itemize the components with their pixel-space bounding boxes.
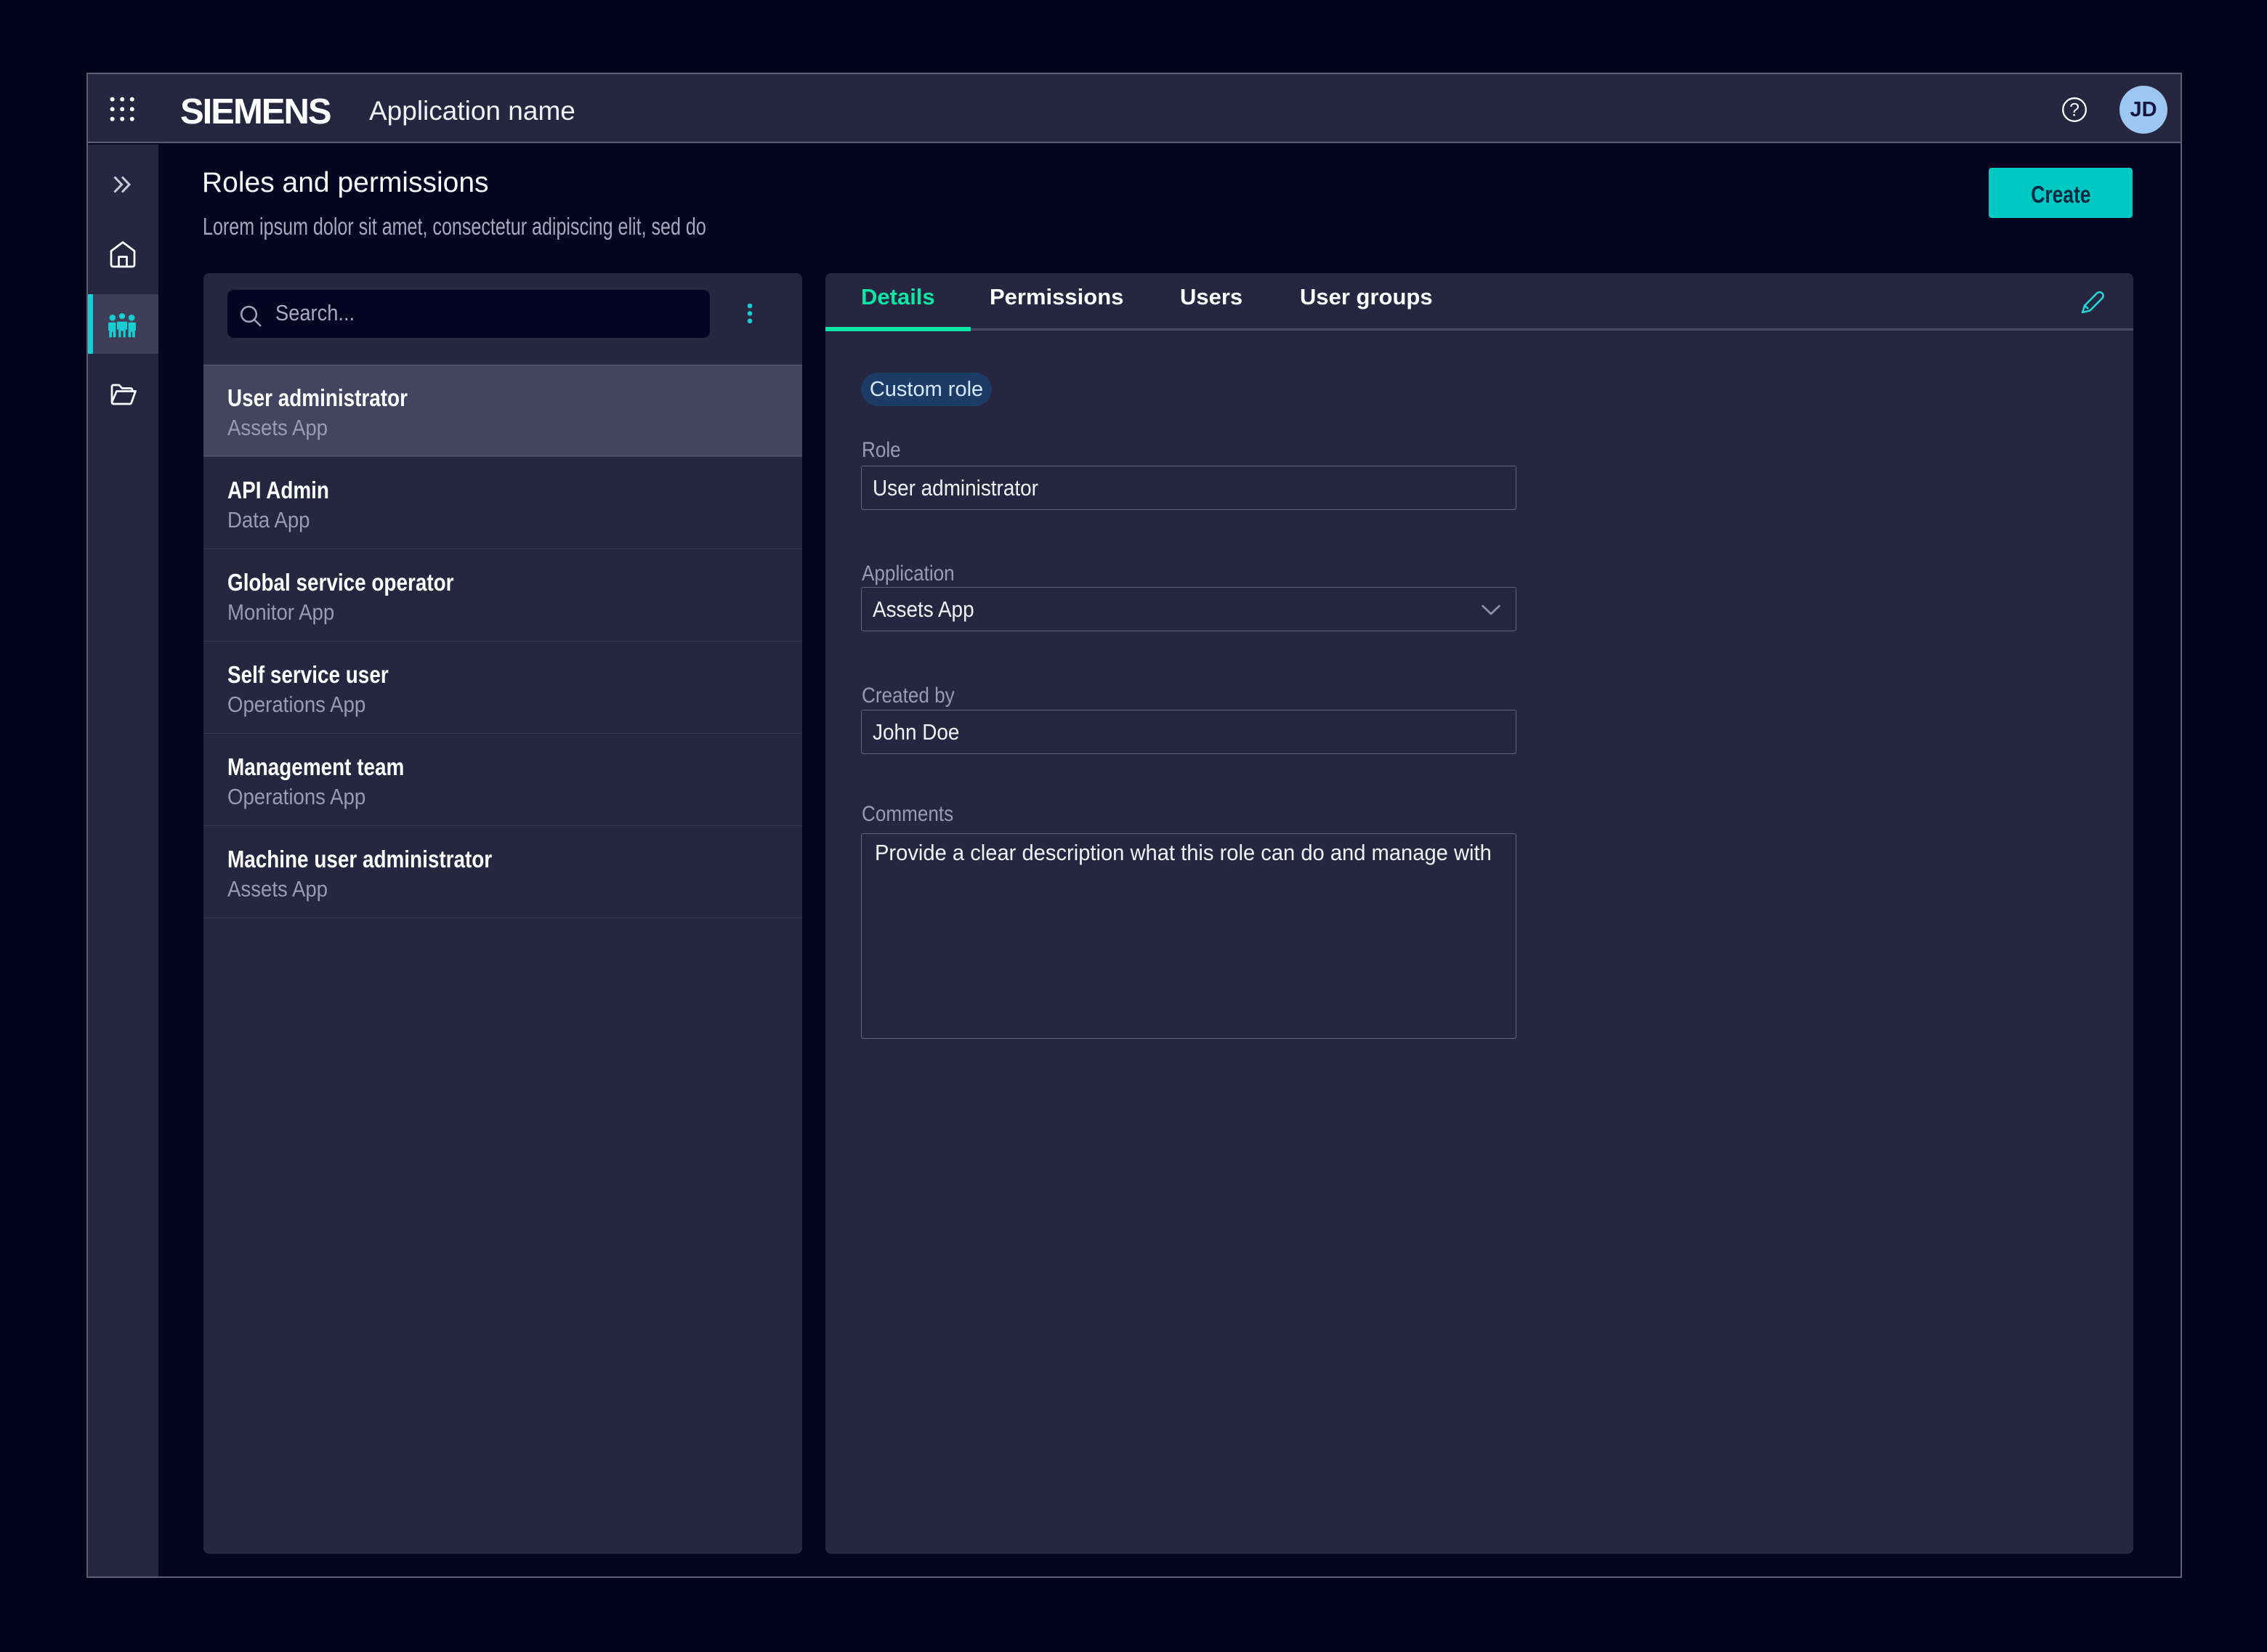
svg-text:?: ? [2069, 100, 2080, 121]
